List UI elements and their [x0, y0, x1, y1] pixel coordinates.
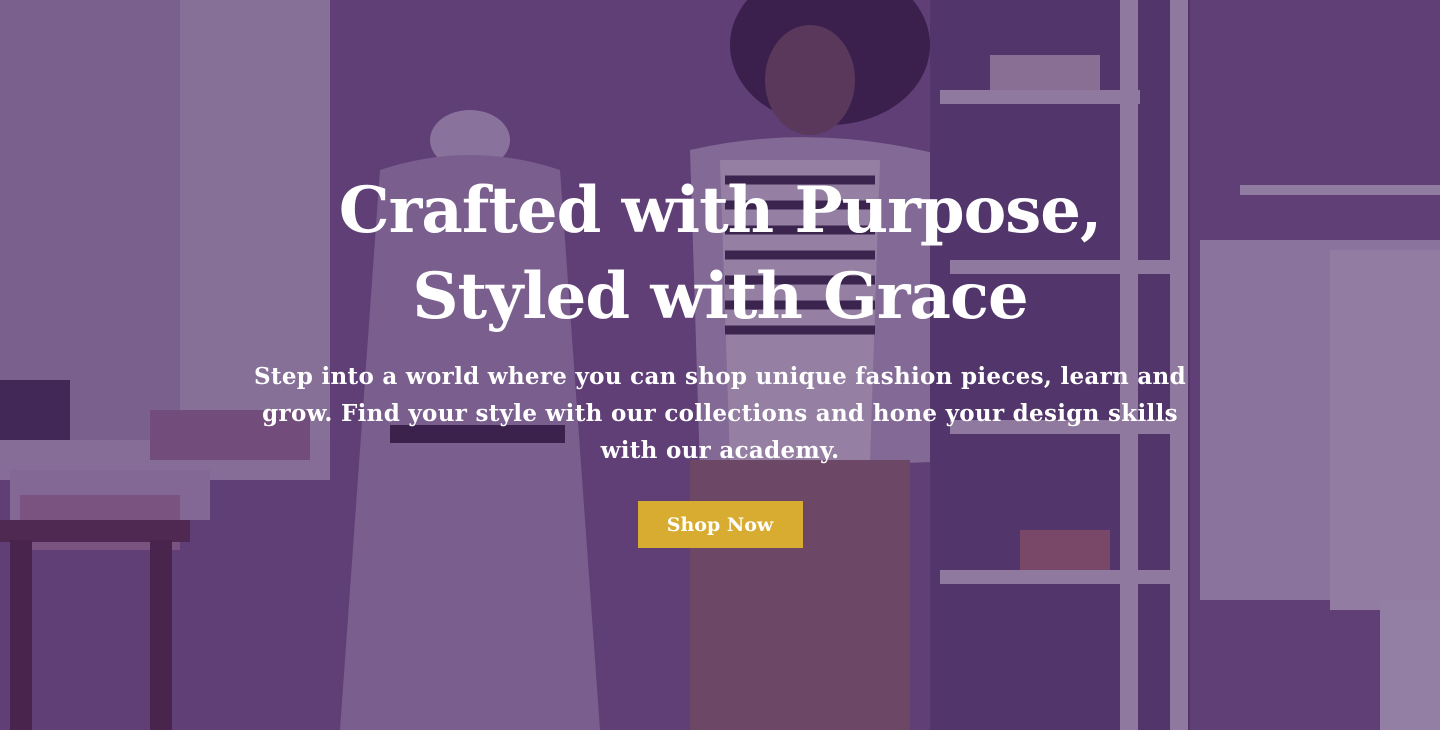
hero-content: Crafted with Purpose, Styled with Grace … [0, 0, 1440, 548]
hero-headline: Crafted with Purpose, Styled with Grace [338, 173, 1103, 334]
shop-now-button[interactable]: Shop Now [637, 501, 803, 548]
hero-subtext: Step into a world where you can shop uni… [254, 363, 1186, 464]
hero-section: Crafted with Purpose, Styled with Grace … [0, 0, 1440, 730]
